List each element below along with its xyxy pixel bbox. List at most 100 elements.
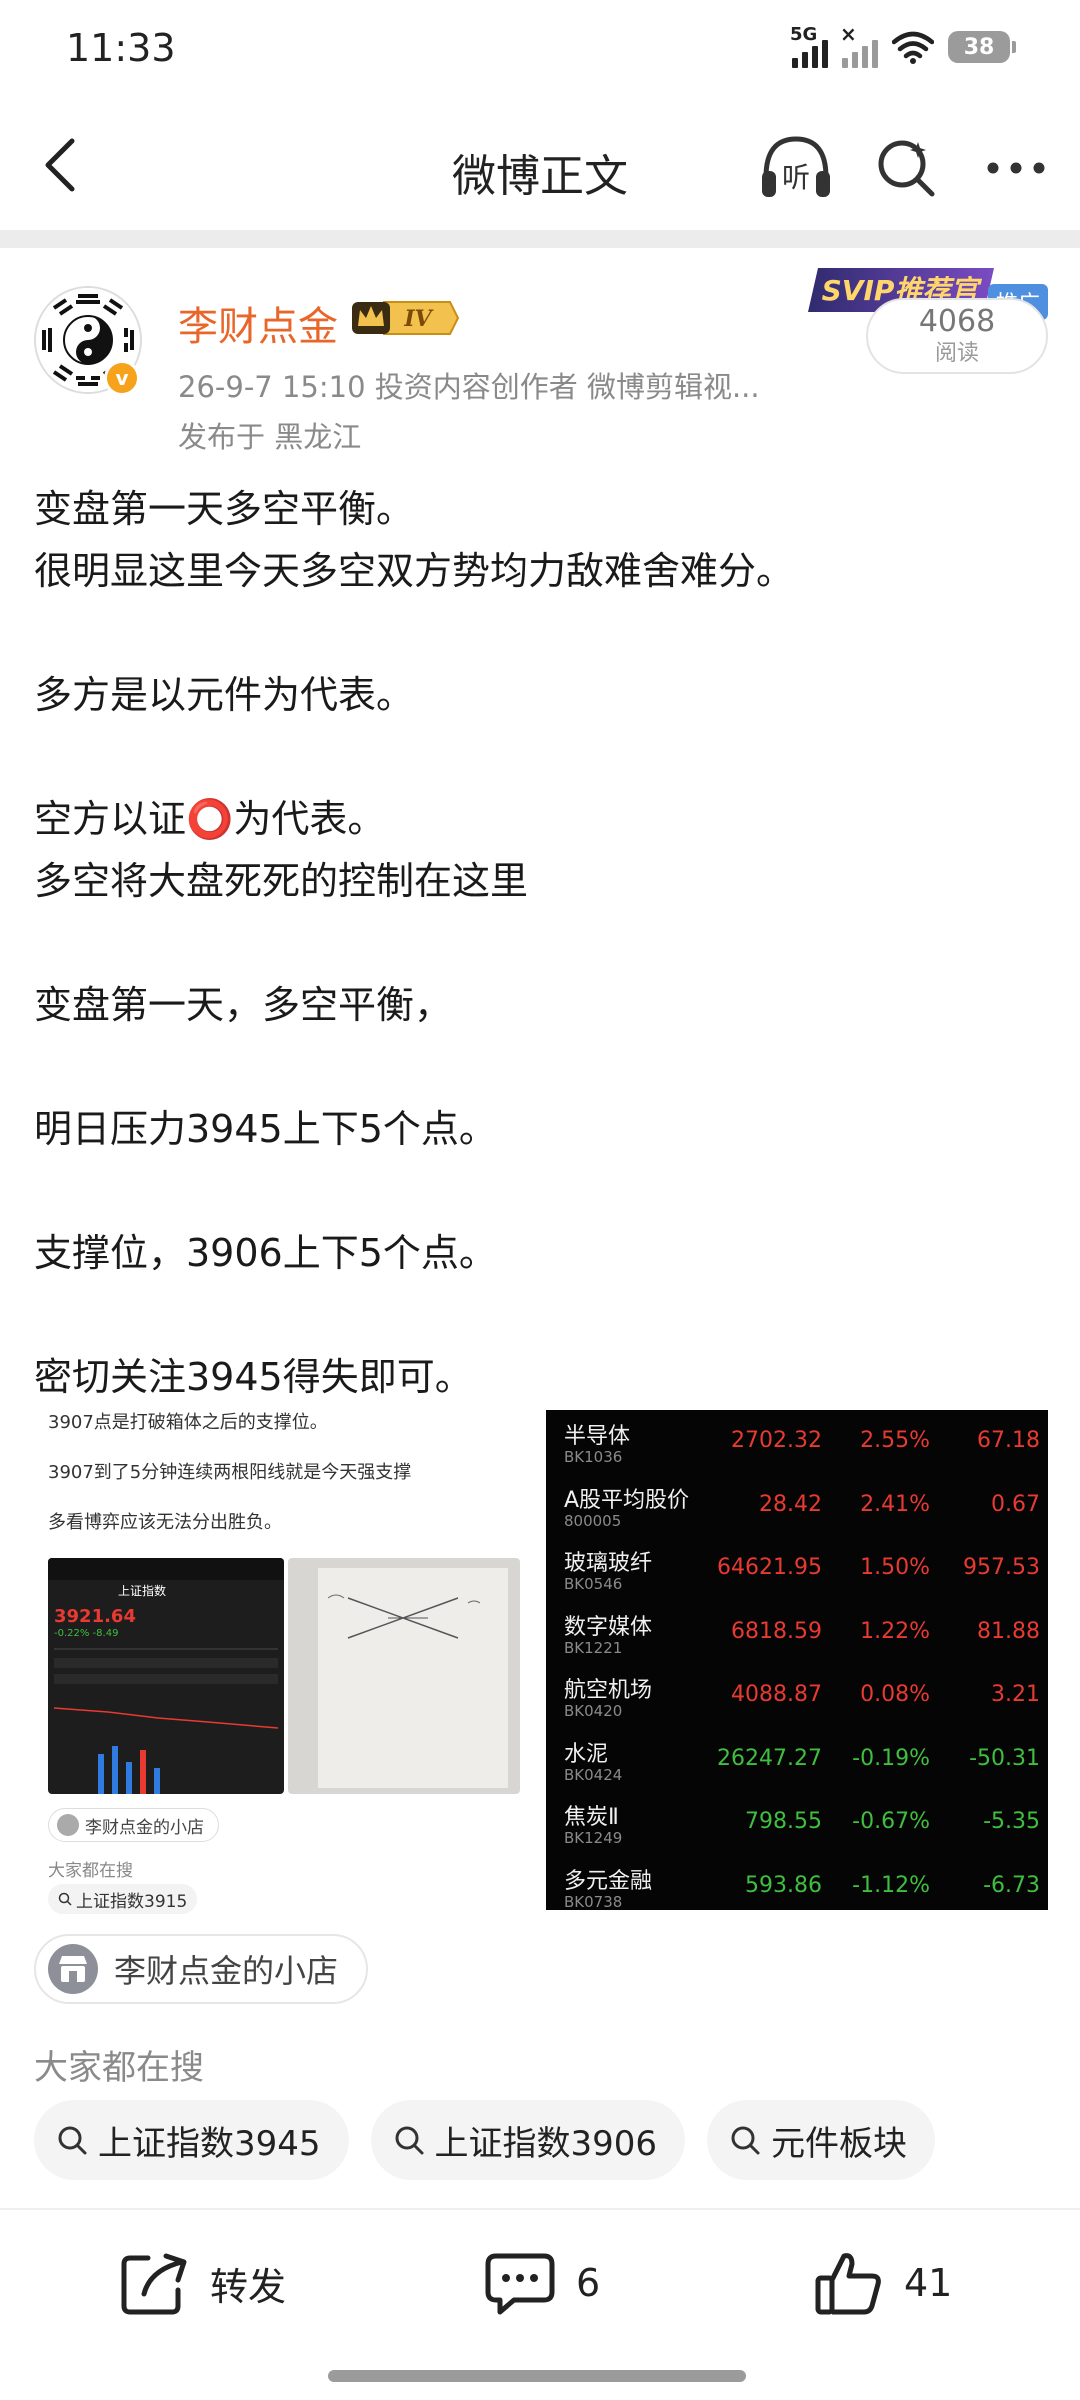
thumbs-up-icon <box>815 2253 881 2315</box>
image-caption-3: 多看博弈应该无法分出胜负。 <box>48 1512 282 1533</box>
sector-code: BK1036 <box>564 1448 623 1466</box>
nav-bar: 微博正文 听 <box>0 100 1080 230</box>
post-text-line: 很明显这里今天多空双方势均力敌难舍难分。 <box>34 549 795 593</box>
author-name[interactable]: 李财点金 <box>178 294 338 352</box>
post-image-annotated-screenshot[interactable]: 3907点是打破箱体之后的支撑位。 3907到了5分钟连续两根阳线就是今天强支撑… <box>34 1408 524 1914</box>
sector-name: 航空机场 <box>564 1678 653 1703</box>
sector-pct: -1.12% <box>852 1872 930 1898</box>
post-text-line: 多空将大盘死死的控制在这里 <box>34 859 529 903</box>
shop-link[interactable]: 李财点金的小店 <box>34 1934 369 2004</box>
hot-search-chip-label: 元件板块 <box>771 2123 908 2164</box>
sector-pct: 1.22% <box>860 1618 930 1644</box>
sector-row: 数字媒体 BK1221 6818.59 1.22% 81.88 <box>546 1605 1048 1669</box>
mini-search-title: 大家都在搜 <box>48 1861 133 1881</box>
image-caption-2: 3907到了5分钟连续两根阳线就是今天强支撑 <box>48 1462 412 1483</box>
sector-name: 多元金融 <box>564 1868 653 1894</box>
share-icon <box>121 2253 187 2315</box>
phone-index-price: 3921.64 <box>54 1606 136 1627</box>
mini-search-text: 上证指数3915 <box>76 1891 188 1912</box>
comment-button[interactable]: 6 <box>484 2250 600 2316</box>
sector-chg: 3.21 <box>991 1682 1040 1707</box>
sector-row: 焦炭Ⅱ BK1249 798.55 -0.67% -5.35 <box>546 1795 1048 1859</box>
repost-label: 转发 <box>210 2264 287 2309</box>
post-meta: 26-9-7 15:10 投资内容创作者 微博剪辑视... <box>178 370 760 404</box>
post-blank-line <box>34 726 1044 788</box>
sector-code: BK1221 <box>564 1638 623 1657</box>
nav-actions: 听 <box>758 130 1054 206</box>
level-badge[interactable]: IV <box>350 296 460 344</box>
sector-chg: -5.35 <box>983 1809 1040 1834</box>
sector-code: BK0738 <box>564 1892 623 1911</box>
search-button[interactable] <box>868 130 944 206</box>
more-button[interactable] <box>978 130 1054 206</box>
search-icon <box>395 2126 424 2155</box>
headphones-icon: 听 <box>762 136 830 197</box>
image-caption-1: 3907点是打破箱体之后的支撑位。 <box>48 1412 328 1433</box>
home-indicator[interactable] <box>328 2370 746 2382</box>
stock-app-screenshot: 上证指数 3921.64 -0.22% -8.49 <box>48 1558 284 1794</box>
sector-price: 593.86 <box>745 1872 822 1898</box>
network-type-label: 5G <box>790 24 818 45</box>
post-blank-line <box>34 1284 1044 1346</box>
sector-price: 4088.87 <box>731 1682 822 1707</box>
post-text-line: 空方以证⭕为代表。 <box>34 797 386 841</box>
sector-row: 多元金融 BK0738 593.86 -1.12% -6.73 <box>546 1859 1048 1911</box>
sector-pct: 2.41% <box>860 1491 930 1517</box>
sector-price: 798.55 <box>745 1809 822 1834</box>
sector-row: A股平均股价 800005 28.42 2.41% 0.67 <box>546 1478 1048 1542</box>
comment-count: 6 <box>576 2261 601 2305</box>
sector-row: 半导体 BK1036 2702.32 2.55% 67.18 <box>546 1414 1048 1478</box>
sector-price: 28.42 <box>759 1491 822 1517</box>
nav-divider <box>0 230 1080 248</box>
post-blank-line <box>34 912 1044 974</box>
post-location: 发布于 黑龙江 <box>178 420 362 454</box>
post-text-line: 多方是以元件为代表。 <box>34 673 415 717</box>
hot-search-chip[interactable]: 上证指数3906 <box>370 2100 686 2180</box>
sector-chg: 81.88 <box>977 1618 1040 1644</box>
comment-icon <box>485 2253 555 2315</box>
notebook-photo <box>288 1558 520 1794</box>
status-time: 11:33 <box>66 26 176 70</box>
hot-search-chips: 上证指数3945 上证指数3906 元件板块 <box>34 2100 936 2180</box>
sector-pct: 0.08% <box>860 1682 930 1707</box>
shop-icon <box>48 1944 98 1994</box>
crown-level-icon: IV <box>352 301 460 335</box>
sector-chg: 957.53 <box>963 1555 1040 1580</box>
listen-button[interactable]: 听 <box>758 130 834 206</box>
post-text-line: 密切关注3945得失即可。 <box>34 1355 473 1399</box>
post-text-line: 变盘第一天，多空平衡， <box>34 983 453 1027</box>
sector-price: 6818.59 <box>731 1618 822 1644</box>
phone-index-change: -0.22% -8.49 <box>54 1628 119 1639</box>
like-button[interactable]: 41 <box>814 2250 952 2316</box>
sector-chg: -6.73 <box>983 1872 1040 1898</box>
sector-name: 玻璃玻纤 <box>564 1551 653 1576</box>
mini-search-chip: 上证指数3915 <box>48 1884 198 1914</box>
wifi-icon <box>892 31 934 64</box>
like-count: 41 <box>904 2261 953 2305</box>
post-text-line: 明日压力3945上下5个点。 <box>34 1107 497 1151</box>
sector-code: BK0420 <box>564 1702 623 1720</box>
sector-code: BK0424 <box>564 1765 623 1784</box>
search-icon <box>58 1892 72 1906</box>
verified-badge-icon: v <box>104 360 140 396</box>
sector-price: 26247.27 <box>717 1745 822 1771</box>
sector-name: A股平均股价 <box>564 1487 690 1513</box>
hot-search-title: 大家都在搜 <box>34 2048 204 2088</box>
post-blank-line <box>34 602 1044 664</box>
hot-search-chip[interactable]: 上证指数3945 <box>34 2100 349 2180</box>
level-text: IV <box>403 306 433 332</box>
post-blank-line <box>34 1160 1044 1222</box>
sector-price: 64621.95 <box>717 1555 822 1580</box>
hot-search-chip[interactable]: 元件板块 <box>707 2100 936 2180</box>
mini-shop-label: 李财点金的小店 <box>85 1817 204 1838</box>
sector-pct: 1.50% <box>860 1555 930 1580</box>
more-dots-icon <box>987 162 1045 174</box>
sector-name: 焦炭Ⅱ <box>564 1805 619 1830</box>
sector-row: 玻璃玻纤 BK0546 64621.95 1.50% 957.53 <box>546 1541 1048 1605</box>
action-bar-divider <box>0 2208 1080 2210</box>
post-image-sector-table[interactable]: 半导体 BK1036 2702.32 2.55% 67.18 A股平均股价 800005 28… <box>546 1410 1048 1910</box>
repost-button[interactable]: 转发 <box>120 2250 286 2316</box>
hot-search-chip-label: 上证指数3945 <box>98 2123 321 2164</box>
search-icon <box>878 140 935 197</box>
battery-icon: 38 <box>948 31 1016 63</box>
